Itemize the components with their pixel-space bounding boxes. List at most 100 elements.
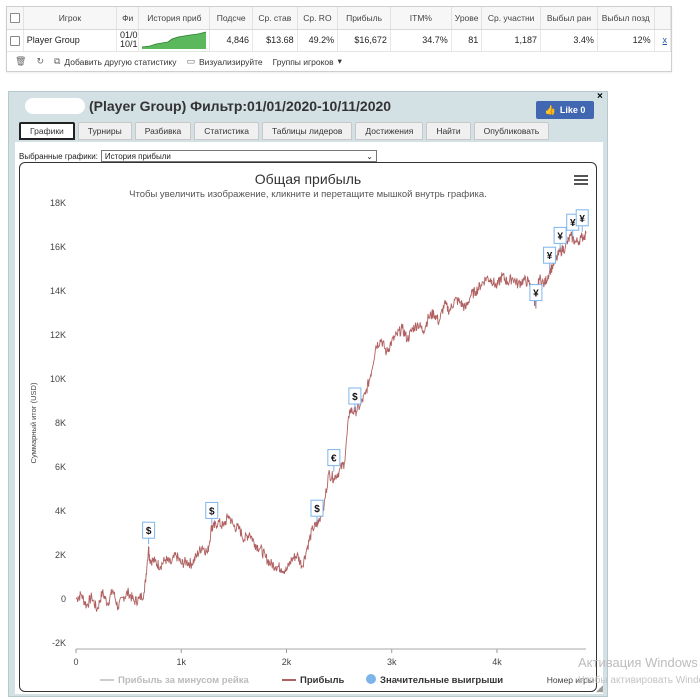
big-win-marker-label: $ <box>209 506 215 517</box>
copy-icon: ⧉ <box>53 56 61 66</box>
filter-cell: 01/0 10/1 <box>116 29 140 51</box>
y-tick-label: 12K <box>50 330 66 340</box>
player-cell[interactable]: Player Group <box>23 29 118 51</box>
column-header[interactable]: Подсче <box>209 7 253 30</box>
x-tick-label: 2k <box>282 657 292 667</box>
remove-row-link[interactable]: x <box>663 35 668 45</box>
big-win-marker-label: ¥ <box>570 218 576 229</box>
legend-dot-symbol[interactable] <box>366 674 376 684</box>
y-tick-label: 16K <box>50 242 66 252</box>
player-groups-label: Группы игроков <box>272 56 334 67</box>
window-tabs: Графики Турниры Разбивка Статистика Таблицы … <box>19 122 550 140</box>
tab[interactable]: Графики <box>19 122 75 140</box>
add-stat-button[interactable]: ⧉ Добавить другую статистику <box>54 56 176 67</box>
column-header[interactable] <box>7 7 24 30</box>
chart-svg[interactable]: -2K 0 2K 4K 6K 8K 10K 12K 14K 16K 18K 0 1k 2k 3k 4k Сумм… <box>20 163 598 693</box>
refresh-icon[interactable]: ↻ <box>36 56 44 67</box>
tab[interactable]: Достижения <box>355 122 424 140</box>
profit-sparkline[interactable] <box>142 31 207 50</box>
column-header[interactable] <box>654 7 672 30</box>
add-stat-label: Добавить другую статистику <box>64 56 177 67</box>
avg-stake-cell: $13.68 <box>252 29 298 51</box>
legend-item-label: Значительные выигрыши <box>380 675 503 686</box>
profit-history-cell[interactable] <box>138 29 211 51</box>
column-header[interactable]: Игрок <box>23 7 118 30</box>
big-win-marker-label: € <box>331 454 337 465</box>
column-header[interactable]: ITM% <box>390 7 452 30</box>
window-close-button[interactable]: × <box>597 91 603 102</box>
column-header[interactable]: История приб <box>138 7 211 30</box>
column-header[interactable]: Ср. став <box>252 7 298 30</box>
y-axis-label: Суммарный итог (USD) <box>29 382 38 463</box>
late-out-cell: 12% <box>597 29 655 51</box>
big-win-marker-label: ¥ <box>547 251 553 262</box>
y-tick-label: 14K <box>50 286 66 296</box>
tab[interactable]: Найти <box>426 122 471 140</box>
column-header[interactable]: Фи <box>116 7 140 30</box>
x-tick-label: 4k <box>492 657 502 667</box>
row-checkbox[interactable] <box>10 35 20 46</box>
blurred-username <box>25 98 85 114</box>
graph-window: (Player Group) Фильтр:01/01/2020-10/11/2… <box>8 91 608 697</box>
chevron-down-icon: ⌄ <box>366 151 373 161</box>
os-activation-title: Активация Windows <box>578 655 698 670</box>
y-tick-label: 0 <box>61 594 66 604</box>
select-all-checkbox[interactable] <box>10 13 20 24</box>
x-tick-label: 0 <box>73 657 78 667</box>
tab[interactable]: Турниры <box>77 122 132 140</box>
column-header[interactable]: Урове <box>451 7 483 30</box>
level-cell: 81 <box>451 29 483 51</box>
tab[interactable]: Разбивка <box>134 122 192 140</box>
caret-down-icon: ▾ <box>337 56 342 66</box>
tab-content: Выбранные графики: История прибыли ⌄ Общ… <box>15 142 603 694</box>
filter-date-to: 10/1 <box>120 39 138 50</box>
column-header[interactable]: Выбыл ран <box>540 7 598 30</box>
tab[interactable]: Опубликовать <box>473 122 550 140</box>
y-tick-label: 18K <box>50 198 66 208</box>
chart-container[interactable]: Общая прибыль Чтобы увеличить изображени… <box>19 162 597 692</box>
table-row[interactable]: Player Group 01/0 10/1 4,846 $13.68 49.2… <box>7 29 672 51</box>
chart-select-row: Выбранные графики: История прибыли ⌄ <box>19 150 377 162</box>
column-header[interactable]: Выбыл позд <box>597 7 655 30</box>
avg-entrants-cell: 1,187 <box>481 29 542 51</box>
column-header[interactable]: Ср. участни <box>481 7 542 30</box>
x-tick-label: 1k <box>176 657 186 667</box>
remove-row-cell[interactable]: x <box>654 29 672 51</box>
legend-item-label: Прибыль за минусом рейка <box>118 675 249 686</box>
big-win-marker-label: $ <box>352 392 358 403</box>
chart-select[interactable]: История прибыли ⌄ <box>100 150 377 162</box>
column-header[interactable]: Ср. RO <box>297 7 339 30</box>
big-win-marker-label: ¥ <box>533 289 539 300</box>
like-label: Like 0 <box>559 105 586 115</box>
monitor-icon: ▭ <box>186 56 195 66</box>
y-tick-label: 2K <box>55 550 66 560</box>
y-tick-label: 6K <box>55 462 66 472</box>
window-title: (Player Group) Фильтр:01/01/2020-10/11/2… <box>25 98 391 114</box>
y-tick-label: 8K <box>55 418 66 428</box>
profit-cell: $16,672 <box>337 29 391 51</box>
row-checkbox-cell[interactable] <box>7 29 24 51</box>
resize-grip-icon[interactable]: ◢ <box>596 683 606 693</box>
y-tick-label: -2K <box>52 638 66 648</box>
stats-header-row: Игрок Фи История приб Подсче Ср. став Ср. RO П… <box>7 7 672 30</box>
column-header[interactable]: Прибыль <box>337 7 391 30</box>
visualize-label: Визуализируйте <box>198 56 263 67</box>
chart-select-value: История прибыли <box>104 151 171 161</box>
x-tick-label: 3k <box>387 657 397 667</box>
tab[interactable]: Таблицы лидеров <box>261 122 353 140</box>
player-groups-dropdown[interactable]: Группы игроков ▾ <box>273 56 342 67</box>
stats-table: Игрок Фи История приб Подсче Ср. став Ср. RO П… <box>7 7 672 51</box>
trash-icon[interactable]: 🗑 <box>15 56 26 67</box>
legend-item-label: Прибыль <box>300 675 344 686</box>
big-win-marker-label: ¥ <box>557 231 563 242</box>
big-win-marker-label: $ <box>314 504 320 515</box>
itm-cell: 34.7% <box>390 29 452 51</box>
y-tick-label: 10K <box>50 374 66 384</box>
tab[interactable]: Статистика <box>194 122 259 140</box>
stats-panel: Игрок Фи История приб Подсче Ср. став Ср. RO П… <box>6 6 672 72</box>
facebook-like-button[interactable]: 👍 Like 0 <box>536 101 594 119</box>
visualize-button[interactable]: ▭ Визуализируйте <box>186 56 262 67</box>
early-out-cell: 3.4% <box>540 29 598 51</box>
chart-select-label: Выбранные графики: <box>19 151 98 161</box>
profit-series-line[interactable] <box>75 230 587 612</box>
